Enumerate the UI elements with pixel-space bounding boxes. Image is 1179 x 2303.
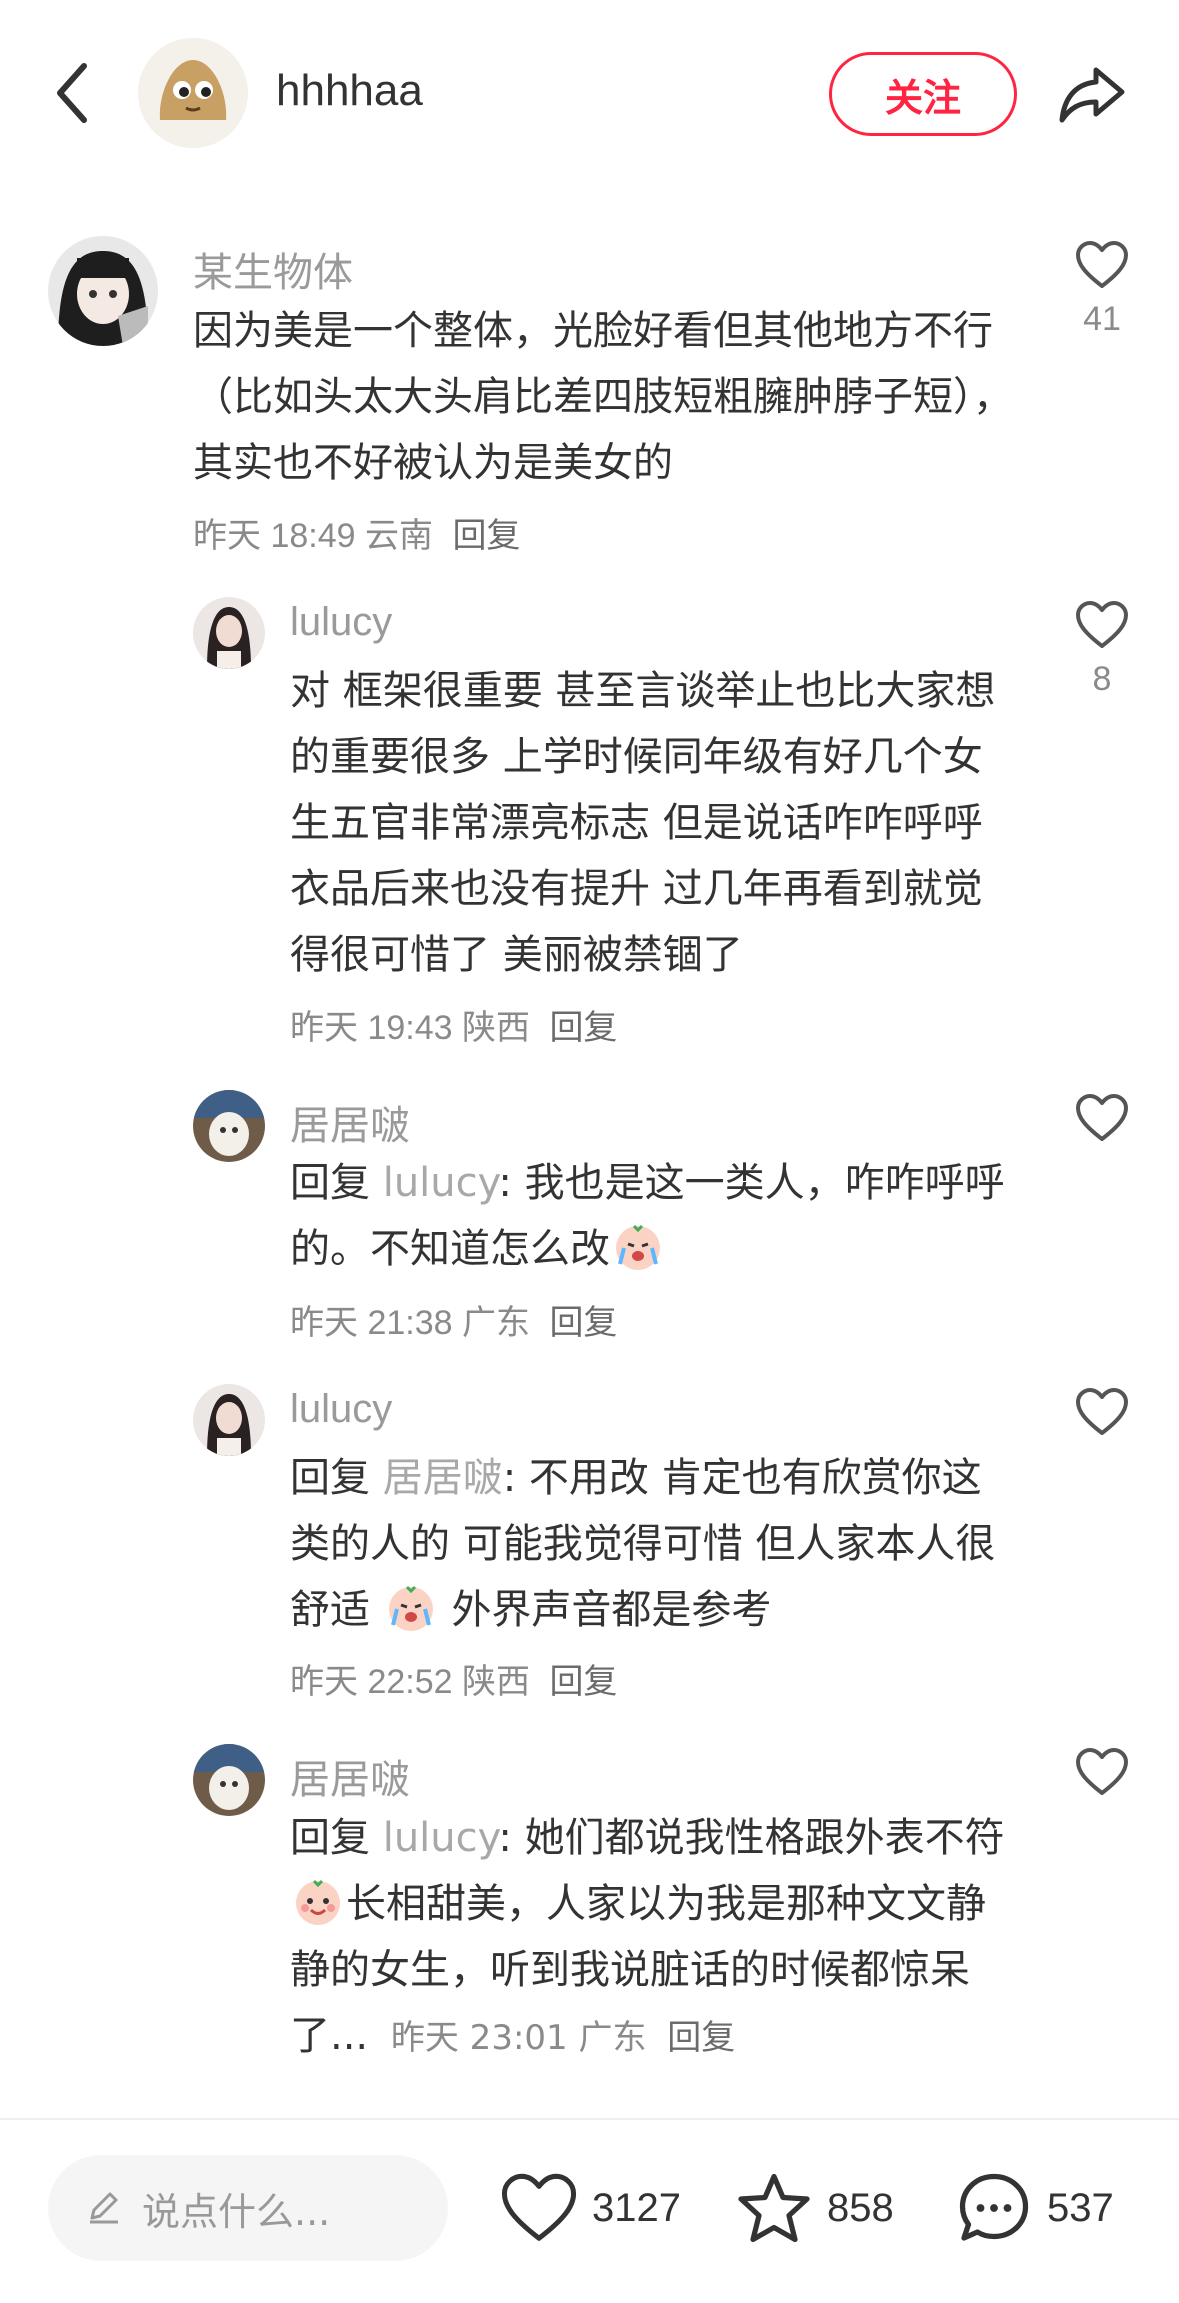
like-count: 8 (1092, 660, 1112, 698)
collect-action[interactable]: 858 (735, 2162, 894, 2254)
avatar[interactable] (193, 1090, 265, 1162)
input-placeholder: 说点什么... (142, 2189, 331, 2234)
reply-prefix: 回复 (290, 1455, 370, 1501)
like-button[interactable] (1062, 1093, 1142, 1143)
comment-username[interactable]: lulucy (290, 1387, 392, 1432)
comment-meta: 昨天 18:49 云南 回复 (193, 508, 520, 557)
comment-location: 陕西 (461, 1009, 530, 1047)
pencil-icon (84, 2186, 124, 2230)
comment-location: 云南 (364, 517, 433, 555)
avatar[interactable] (193, 1744, 265, 1816)
like-button[interactable]: 8 (1062, 600, 1142, 699)
like-count: 41 (1083, 300, 1121, 338)
reply-body: : 她们都说我性格跟外表不符 (498, 1815, 1005, 1861)
like-button[interactable]: 41 (1062, 240, 1142, 339)
heart-icon (1076, 1388, 1128, 1435)
comment-time: 昨天 22:52 (290, 1663, 453, 1701)
heart-icon (1076, 241, 1128, 288)
comment-location: 陕西 (461, 1663, 530, 1701)
reply-button[interactable]: 回复 (667, 2018, 735, 2058)
like-action[interactable]: 3127 (500, 2162, 681, 2254)
comment-username[interactable]: lulucy (290, 600, 392, 645)
star-icon (738, 2173, 810, 2243)
reply-button[interactable]: 回复 (549, 1304, 617, 1342)
like-button[interactable] (1062, 1747, 1142, 1797)
comment-meta: 昨天 21:38 广东 回复 (290, 1295, 617, 1344)
avatar[interactable] (193, 597, 265, 669)
comment-meta: 昨天 23:01 广东 回复 (391, 2018, 735, 2058)
share-icon[interactable] (1056, 58, 1128, 130)
heart-icon (1076, 601, 1128, 648)
comment-username[interactable]: 某生物体 (193, 240, 353, 298)
mention-link[interactable]: lulucy (383, 1160, 499, 1206)
reply-prefix: 回复 (290, 1815, 370, 1861)
happy-emoji (292, 1875, 344, 1927)
reply-prefix: 回复 (290, 1160, 370, 1206)
comment-text: 因为美是一个整体，光脸好看但其他地方不行（比如头太大头肩比差四肢短粗臃肿脖子短）… (193, 308, 1013, 486)
avatar[interactable] (193, 1384, 265, 1456)
comment-action[interactable]: 537 (955, 2162, 1114, 2254)
mention-link[interactable]: lulucy (383, 1815, 499, 1861)
comment-location: 广东 (578, 2018, 647, 2058)
comment-input[interactable]: 说点什么... (48, 2155, 448, 2261)
top-bar: hhhhaa 关注 (0, 0, 1179, 190)
comment-text: 对 框架很重要 甚至言谈举止也比大家想的重要很多 上学时候同年级有好几个女生五官… (290, 668, 996, 978)
comment-text: 回复 lulucy: 她们都说我性格跟外表不符长相甜美，人家以为我是那种文文静静… (290, 1805, 1020, 2071)
author-name[interactable]: hhhhaa (276, 66, 423, 116)
comment-location: 广东 (461, 1304, 530, 1342)
comment-time: 昨天 23:01 (390, 2018, 568, 2058)
heart-icon (1076, 1094, 1128, 1141)
comment-username[interactable]: 居居啵 (290, 1747, 410, 1805)
divider (0, 2118, 1179, 2120)
comment-time: 昨天 19:43 (290, 1009, 453, 1047)
reply-button[interactable]: 回复 (549, 1663, 617, 1701)
chat-icon (959, 2173, 1029, 2241)
heart-icon (1076, 1748, 1128, 1795)
comment-text: 回复 lulucy: 我也是这一类人，咋咋呼呼的。不知道怎么改 (290, 1150, 1015, 1282)
like-total: 3127 (592, 2185, 681, 2230)
comment-time: 昨天 21:38 (290, 1304, 453, 1342)
follow-button[interactable]: 关注 (829, 52, 1017, 136)
reply-button[interactable]: 回复 (452, 517, 520, 555)
comment-username[interactable]: 居居啵 (290, 1093, 410, 1151)
crying-emoji (612, 1220, 664, 1272)
heart-icon (501, 2173, 577, 2241)
comment-total: 537 (1047, 2185, 1114, 2230)
reply-button[interactable]: 回复 (549, 1009, 617, 1047)
mention-link[interactable]: 居居啵 (383, 1455, 503, 1501)
avatar[interactable] (48, 236, 158, 346)
back-icon[interactable] (48, 58, 98, 128)
author-avatar[interactable] (138, 38, 248, 148)
comment-meta: 昨天 19:43 陕西 回复 (290, 1000, 617, 1049)
crying-emoji (385, 1581, 437, 1633)
collect-total: 858 (827, 2185, 894, 2230)
like-button[interactable] (1062, 1387, 1142, 1437)
reply-body: 外界声音都是参考 (451, 1587, 772, 1633)
comment-meta: 昨天 22:52 陕西 回复 (290, 1654, 617, 1703)
comment-time: 昨天 18:49 (193, 517, 356, 555)
comment-text: 回复 居居啵: 不用改 肯定也有欣赏你这类的人的 可能我觉得可惜 但人家本人很舒… (290, 1445, 1015, 1643)
